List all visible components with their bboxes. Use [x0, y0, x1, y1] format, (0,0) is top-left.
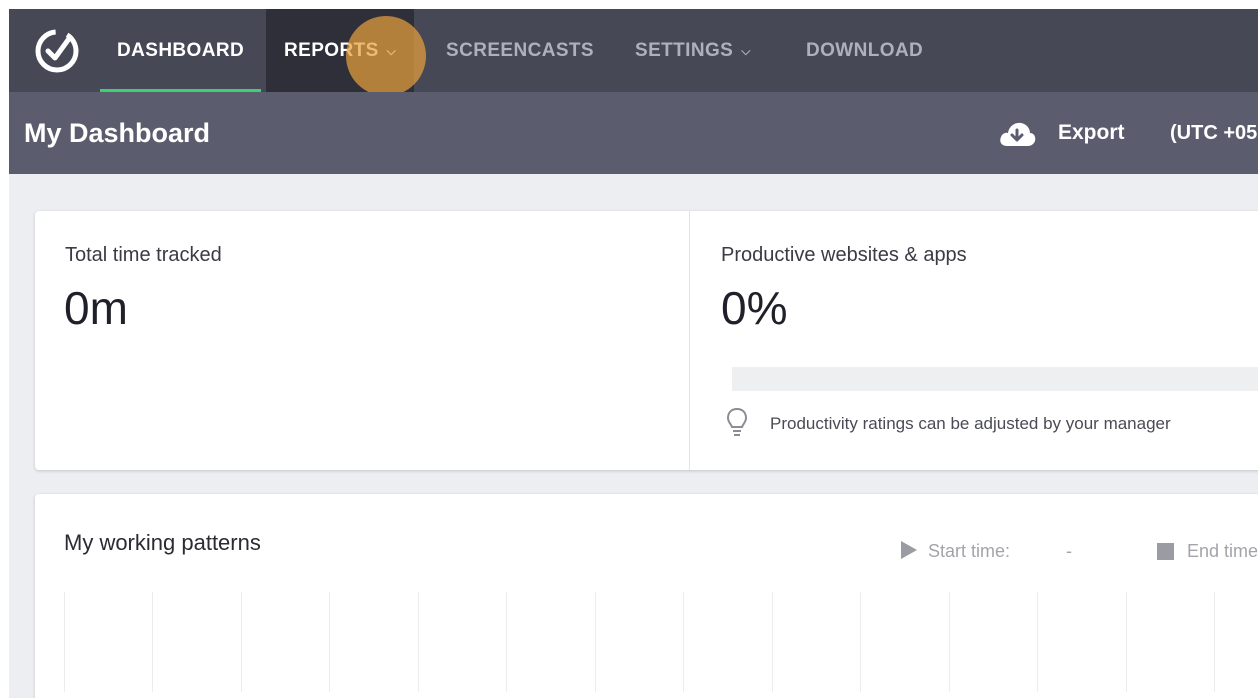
grid-line — [418, 592, 419, 692]
grid-line — [241, 592, 242, 692]
grid-line — [949, 592, 950, 692]
working-patterns-card: My working patterns Start time: - End ti… — [35, 494, 1258, 698]
stop-icon — [1157, 543, 1174, 560]
grid-line — [1214, 592, 1215, 692]
start-time-value: - — [1066, 541, 1072, 561]
total-time-label: Total time tracked — [65, 244, 222, 266]
cloud-download-icon[interactable] — [998, 120, 1036, 148]
grid-line — [860, 592, 861, 692]
nav-settings[interactable]: SETTINGS ⌵ — [635, 9, 751, 92]
timezone-selector[interactable]: (UTC +05 — [1170, 92, 1257, 174]
grid-line — [683, 592, 684, 692]
lightbulb-icon — [726, 407, 748, 436]
export-button[interactable]: Export — [1058, 92, 1125, 174]
start-time-label: Start time: — [928, 541, 1011, 561]
end-time-label: End time — [1187, 541, 1258, 561]
grid-line — [772, 592, 773, 692]
nav-download-label: DOWNLOAD — [806, 40, 924, 61]
nav-dashboard[interactable]: DASHBOARD — [99, 9, 262, 92]
nav-download[interactable]: DOWNLOAD — [806, 9, 923, 92]
top-navigation: DASHBOARD REPORTS⌵ SCREENCASTS SETTINGS⌵… — [9, 9, 1258, 96]
patterns-title: My working patterns — [64, 530, 261, 555]
grid-line — [506, 592, 507, 692]
grid-line — [64, 592, 65, 692]
grid-line — [329, 592, 330, 692]
nav-screencasts-label: SCREENCASTS — [446, 40, 594, 61]
stats-card: Total time tracked 0m Productive website… — [35, 211, 1258, 470]
nav-settings-label: SETTINGS — [635, 40, 734, 61]
productivity-bar — [732, 367, 1258, 391]
app-frame: DASHBOARD REPORTS⌵ SCREENCASTS SETTINGS⌵… — [9, 9, 1258, 698]
productive-label: Productive websites & apps — [721, 244, 967, 266]
clock-check-logo-icon[interactable] — [34, 27, 80, 73]
nav-screencasts[interactable]: SCREENCASTS — [446, 9, 594, 92]
total-time-value: 0m — [64, 282, 128, 334]
nav-dashboard-label: DASHBOARD — [117, 40, 245, 61]
productive-value: 0% — [721, 282, 788, 334]
page-header: My Dashboard Export (UTC +05 — [9, 92, 1258, 174]
page-title: My Dashboard — [24, 118, 211, 148]
stat-divider — [689, 211, 690, 470]
chevron-down-icon: ⌵ — [741, 44, 751, 58]
grid-line — [595, 592, 596, 692]
grid-line — [1126, 592, 1127, 692]
play-icon — [901, 541, 917, 559]
click-indicator — [346, 16, 426, 96]
grid-line — [152, 592, 153, 692]
grid-line — [1037, 592, 1038, 692]
productivity-hint: Productivity ratings can be adjusted by … — [770, 414, 1171, 433]
